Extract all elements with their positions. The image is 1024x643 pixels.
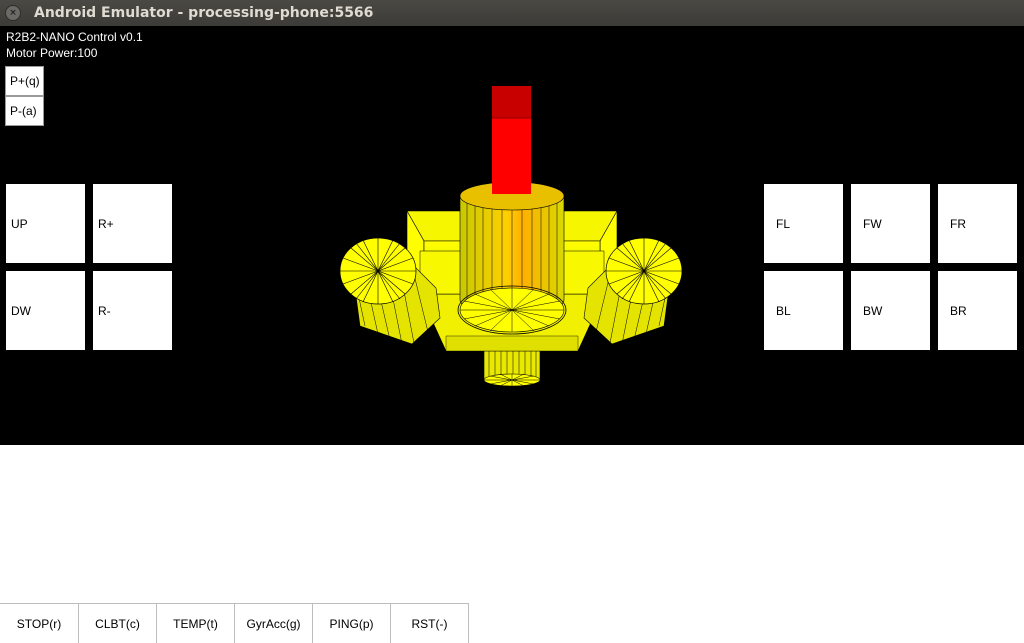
ping-button[interactable]: PING(p) [313, 603, 391, 643]
back-left-button[interactable]: BL [764, 271, 843, 350]
forward-left-button[interactable]: FL [764, 184, 843, 263]
forward-button[interactable]: FW [851, 184, 930, 263]
temp-button[interactable]: TEMP(t) [157, 603, 235, 643]
rotate-plus-button[interactable]: R+ [93, 184, 172, 263]
bottom-wheel [483, 348, 541, 387]
back-right-button[interactable]: BR [938, 271, 1017, 350]
power-plus-button[interactable]: P+(q) [5, 66, 44, 96]
down-button[interactable]: DW [6, 271, 85, 350]
stop-button[interactable]: STOP(r) [0, 603, 79, 643]
power-minus-button[interactable]: P-(a) [5, 96, 44, 126]
up-button[interactable]: UP [6, 184, 85, 263]
window-close-icon[interactable]: × [5, 5, 21, 21]
window-title: Android Emulator - processing-phone:5566 [34, 5, 374, 21]
motor-power-readout: Motor Power:100 [6, 46, 98, 60]
robot-3d-model [339, 86, 683, 387]
rotate-minus-button[interactable]: R- [93, 271, 172, 350]
app-name: R2B2-NANO Control v0.1 [6, 30, 143, 44]
forward-right-button[interactable]: FR [938, 184, 1017, 263]
central-mast [457, 181, 567, 335]
gyracc-button[interactable]: GyrAcc(g) [235, 603, 313, 643]
back-button[interactable]: BW [851, 271, 930, 350]
red-sensor-head [492, 86, 531, 194]
rst-button[interactable]: RST(-) [391, 603, 469, 643]
emulator-screen: R2B2-NANO Control v0.1 Motor Power:100 P… [0, 26, 1024, 445]
bottom-command-bar: STOP(r) CLBT(c) TEMP(t) GyrAcc(g) PING(p… [0, 603, 469, 643]
clbt-button[interactable]: CLBT(c) [79, 603, 157, 643]
window-titlebar: × Android Emulator - processing-phone:55… [0, 0, 1024, 26]
